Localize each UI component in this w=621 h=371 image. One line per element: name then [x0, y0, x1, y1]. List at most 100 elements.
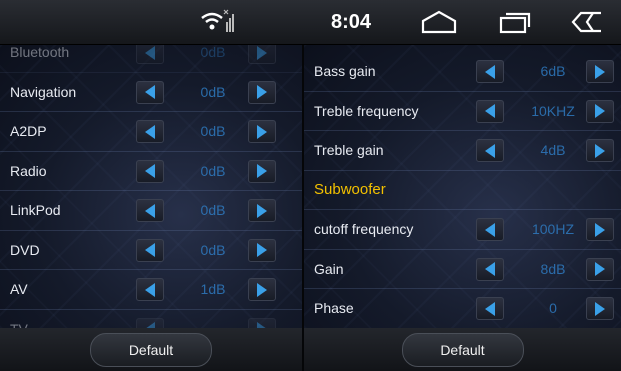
increase-button[interactable]	[586, 257, 614, 281]
setting-value: 100HZ	[531, 221, 575, 238]
setting-label: Bluetooth	[10, 45, 70, 61]
decrease-button[interactable]	[476, 99, 504, 123]
increase-button[interactable]	[248, 199, 276, 223]
decrease-button[interactable]	[476, 257, 504, 281]
decrease-button[interactable]	[136, 278, 164, 302]
home-icon[interactable]	[418, 0, 460, 44]
right-arrow-icon	[257, 282, 267, 297]
left-arrow-icon	[145, 203, 155, 218]
setting-value: 0dB	[200, 202, 226, 219]
setting-value: 6dB	[540, 63, 566, 80]
increase-button[interactable]	[248, 80, 276, 104]
decrease-button[interactable]	[136, 80, 164, 104]
back-icon[interactable]	[566, 0, 608, 44]
status-bar: 8:04	[0, 0, 621, 45]
left-arrow-icon	[485, 64, 495, 79]
decrease-button[interactable]	[136, 45, 164, 65]
right-arrow-icon	[595, 143, 605, 158]
left-arrow-icon	[485, 301, 495, 316]
setting-row: A2DP 0dB	[0, 112, 302, 152]
setting-row: Treble gain 4dB	[304, 131, 621, 171]
left-arrow-icon	[485, 104, 495, 119]
increase-button[interactable]	[248, 159, 276, 183]
setting-row: Bass gain 6dB	[304, 52, 621, 92]
decrease-button[interactable]	[136, 317, 164, 328]
increase-button[interactable]	[586, 218, 614, 242]
decrease-button[interactable]	[136, 159, 164, 183]
setting-value: 0	[549, 300, 557, 317]
decrease-button[interactable]	[476, 218, 504, 242]
setting-label: DVD	[10, 241, 40, 258]
increase-button[interactable]	[586, 139, 614, 163]
right-arrow-icon	[595, 301, 605, 316]
setting-row: Gain 8dB	[304, 250, 621, 289]
clock: 8:04	[330, 10, 372, 33]
setting-row: Treble frequency 10KHZ	[304, 92, 621, 131]
left-arrow-icon	[485, 143, 495, 158]
setting-row: TV	[0, 310, 302, 328]
setting-label: Radio	[10, 162, 47, 179]
section-title: Subwoofer	[314, 181, 386, 199]
setting-value: 0dB	[200, 123, 226, 140]
left-arrow-icon	[145, 45, 155, 60]
setting-value: 0dB	[200, 45, 226, 61]
setting-label: A2DP	[10, 123, 47, 140]
increase-button[interactable]	[586, 60, 614, 84]
right-arrow-icon	[257, 164, 267, 179]
right-arrow-icon	[595, 64, 605, 79]
setting-value: 0dB	[200, 83, 226, 100]
increase-button[interactable]	[248, 238, 276, 262]
setting-label: Phase	[314, 300, 354, 317]
left-arrow-icon	[145, 85, 155, 100]
right-arrow-icon	[595, 104, 605, 119]
right-arrow-icon	[257, 85, 267, 100]
default-button-right[interactable]: Default	[401, 332, 524, 367]
setting-label: Gain	[314, 260, 344, 277]
right-arrow-icon	[257, 243, 267, 258]
left-arrow-icon	[485, 262, 495, 277]
right-arrow-icon	[257, 203, 267, 218]
setting-label: cutoff frequency	[314, 221, 414, 238]
setting-value: 10KHZ	[531, 102, 575, 119]
setting-row: Phase 0	[304, 289, 621, 328]
setting-label: AV	[10, 281, 28, 298]
decrease-button[interactable]	[476, 139, 504, 163]
setting-label: Bass gain	[314, 63, 376, 80]
decrease-button[interactable]	[476, 60, 504, 84]
setting-label: TV	[10, 321, 28, 328]
increase-button[interactable]	[248, 278, 276, 302]
setting-row: DVD 0dB	[0, 231, 302, 270]
increase-button[interactable]	[248, 317, 276, 328]
right-arrow-icon	[595, 222, 605, 237]
default-button-left[interactable]: Default	[90, 332, 212, 367]
setting-value: 8dB	[540, 260, 566, 277]
right-arrow-icon	[257, 45, 267, 60]
increase-button[interactable]	[248, 45, 276, 65]
increase-button[interactable]	[586, 99, 614, 123]
setting-value: 4dB	[540, 142, 566, 159]
setting-row: Bluetooth 0dB	[0, 45, 302, 73]
tone-settings-panel: Bass gain 6dB Treble frequency 10KHZ Treble …	[304, 45, 621, 328]
left-footer: Default	[0, 328, 302, 371]
setting-value: 0dB	[200, 162, 226, 179]
left-arrow-icon	[145, 124, 155, 139]
decrease-button[interactable]	[136, 120, 164, 144]
setting-row: cutoff frequency 100HZ	[304, 210, 621, 250]
decrease-button[interactable]	[136, 238, 164, 262]
increase-button[interactable]	[586, 297, 614, 321]
left-arrow-icon	[485, 222, 495, 237]
wifi-signal-icon	[198, 0, 238, 44]
setting-row: Navigation 0dB	[0, 73, 302, 112]
right-arrow-icon	[257, 124, 267, 139]
recent-apps-icon[interactable]	[494, 0, 536, 44]
right-arrow-icon	[595, 262, 605, 277]
setting-label: LinkPod	[10, 202, 61, 219]
setting-label: Navigation	[10, 83, 77, 100]
left-arrow-icon	[145, 282, 155, 297]
increase-button[interactable]	[248, 120, 276, 144]
decrease-button[interactable]	[476, 297, 504, 321]
setting-label: Treble gain	[314, 142, 384, 159]
decrease-button[interactable]	[136, 199, 164, 223]
left-arrow-icon	[145, 164, 155, 179]
setting-label: Treble frequency	[314, 102, 419, 119]
